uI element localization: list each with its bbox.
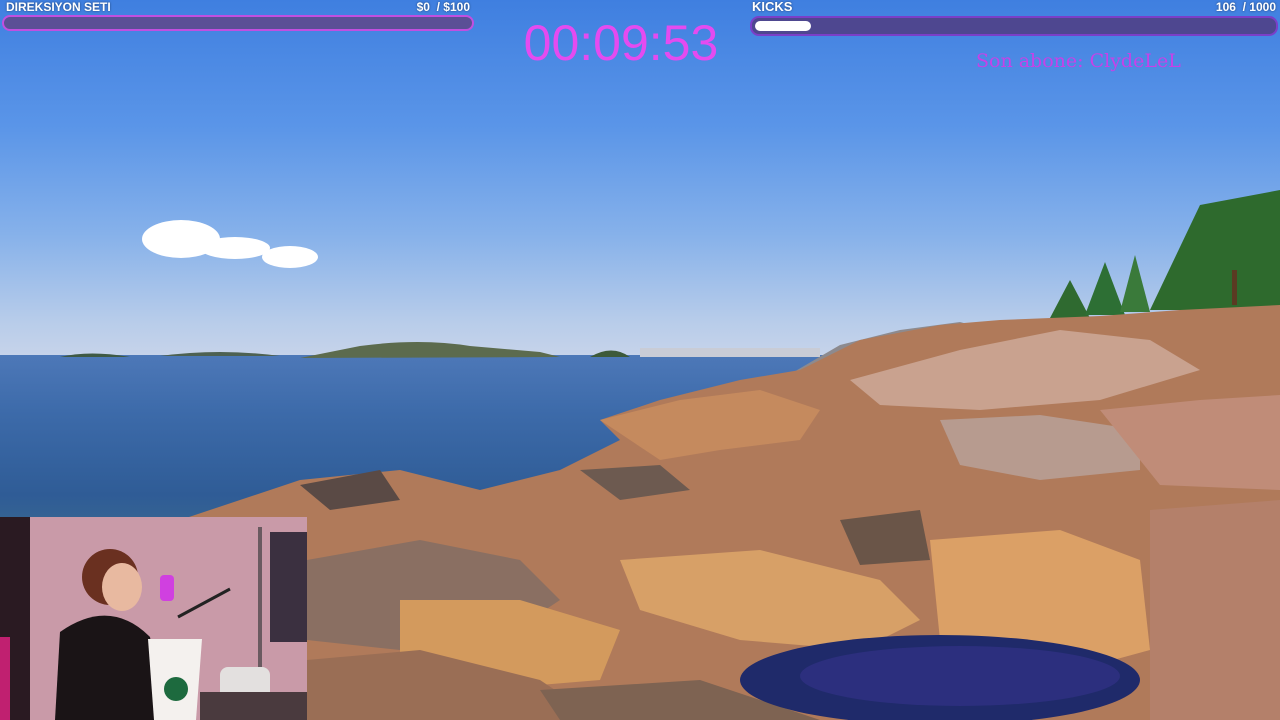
webcam-feed [0, 517, 307, 720]
last-subscriber-label: Son abone: ClydeLeL [976, 50, 1181, 72]
donation-goal-amount: $0 / $100 [417, 0, 470, 14]
donation-goal: DIREKSIYON SETI $0 / $100 [2, 0, 474, 31]
kicks-goal-amount: 106 / 1000 [1216, 0, 1276, 14]
kicks-goal-target: / 1000 [1242, 0, 1276, 14]
kicks-goal-progress-bar [750, 16, 1278, 36]
stream-timer: 00:09:53 [523, 15, 719, 71]
stream-overlay: DIREKSIYON SETI $0 / $100 00:09:53 KICKS… [0, 0, 1280, 720]
webcam-image [0, 517, 307, 720]
donation-goal-target: / $100 [436, 0, 470, 14]
kicks-goal: KICKS 106 / 1000 [750, 0, 1278, 36]
kicks-goal-progress-fill [755, 21, 811, 31]
donation-goal-title: DIREKSIYON SETI [6, 0, 111, 14]
donation-goal-progress-bar [2, 15, 474, 31]
donation-goal-current: $0 [416, 0, 430, 14]
kicks-goal-current: 106 [1215, 0, 1236, 14]
kicks-goal-title: KICKS [752, 0, 793, 14]
tree-icon [1050, 190, 1280, 318]
